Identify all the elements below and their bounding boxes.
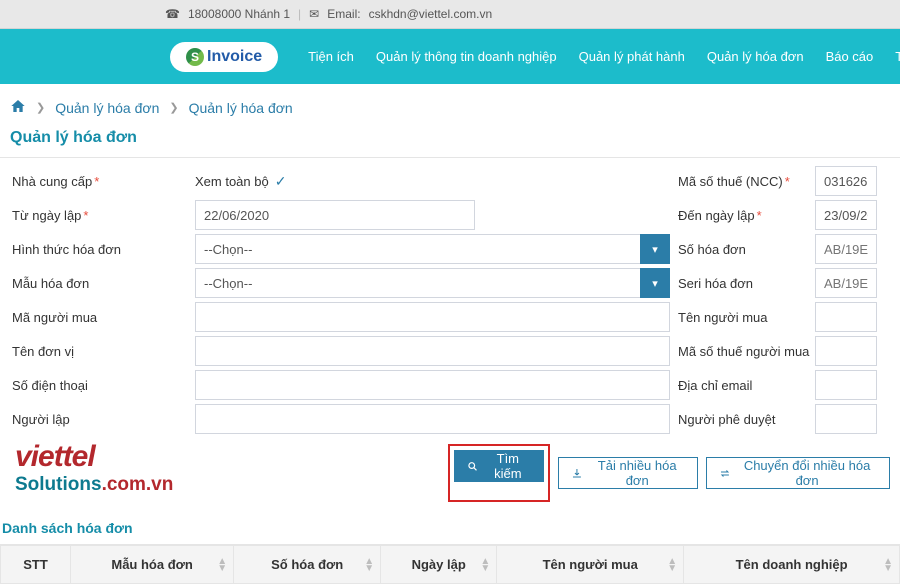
required-mark: *: [83, 208, 88, 223]
top-contact-bar: ☎ 18008000 Nhánh 1 | ✉ Email: cskhdn@vie…: [0, 0, 900, 29]
serial-input[interactable]: [815, 268, 877, 298]
mail-icon: ✉: [309, 7, 319, 21]
creator-label: Người lập: [10, 412, 195, 427]
phone-number: 18008000 Nhánh 1: [188, 7, 290, 21]
nav-item-invoice[interactable]: Quản lý hóa đơn: [707, 49, 804, 64]
col-company[interactable]: Tên doanh nghiệp▲▼: [684, 546, 900, 584]
supplier-label: Nhà cung cấp: [12, 174, 92, 189]
logo-icon: S: [186, 48, 204, 66]
buyer-tax-label: Mã số thuế người mua: [670, 344, 815, 359]
phone-input[interactable]: [195, 370, 670, 400]
buyer-name-label: Tên người mua: [670, 310, 815, 325]
approver-label: Người phê duyệt: [670, 412, 815, 427]
view-all-label: Xem toàn bộ: [195, 174, 269, 189]
required-mark: *: [785, 174, 790, 189]
chevron-down-icon: ▾: [640, 234, 670, 264]
nav-item-utilities[interactable]: Tiện ích: [308, 49, 354, 64]
breadcrumb-level1[interactable]: Quản lý hóa đơn: [55, 100, 159, 116]
download-icon: [571, 467, 583, 480]
sort-icon: ▲▼: [667, 558, 677, 572]
page-title: Quản lý hóa đơn: [0, 125, 900, 157]
unit-name-label: Tên đơn vị: [10, 344, 195, 359]
check-icon[interactable]: ✓: [275, 173, 287, 190]
sort-icon: ▲▼: [883, 558, 893, 572]
home-icon[interactable]: [10, 98, 26, 117]
search-icon: [467, 460, 478, 473]
tax-code-input[interactable]: [815, 166, 877, 196]
col-stt[interactable]: STT: [1, 546, 71, 584]
nav-item-company-info[interactable]: Quản lý thông tin doanh nghiệp: [376, 49, 557, 64]
template-label: Mẫu hóa đơn: [10, 276, 195, 291]
search-panel: Nhà cung cấp* Xem toàn bộ✓ Mã số thuế (N…: [0, 157, 900, 510]
main-navbar: S Invoice Tiện ích Quản lý thông tin doa…: [0, 29, 900, 84]
to-date-input[interactable]: [815, 200, 877, 230]
nav-item-more[interactable]: Thôn: [895, 49, 900, 64]
logo-text: Invoice: [207, 48, 262, 66]
from-date-input[interactable]: [195, 200, 475, 230]
search-button[interactable]: Tìm kiếm: [454, 450, 544, 482]
buyer-tax-input[interactable]: [815, 336, 877, 366]
invoice-form-value: --Chọn--: [195, 234, 670, 264]
sort-icon: ▲▼: [480, 558, 490, 572]
invoice-no-label: Số hóa đơn: [670, 242, 815, 257]
chevron-down-icon: ▾: [640, 268, 670, 298]
chevron-right-icon: ❯: [169, 101, 178, 114]
approver-input[interactable]: [815, 404, 877, 434]
template-select[interactable]: --Chọn--▾: [195, 268, 670, 298]
nav-menu: Tiện ích Quản lý thông tin doanh nghiệp …: [308, 49, 900, 64]
list-title: Danh sách hóa đơn: [0, 510, 900, 545]
swap-icon: [719, 467, 731, 480]
download-many-button[interactable]: Tải nhiều hóa đơn: [558, 457, 698, 489]
logo[interactable]: S Invoice: [170, 42, 278, 72]
invoice-form-select[interactable]: --Chọn--▾: [195, 234, 670, 264]
separator: |: [298, 7, 301, 21]
required-mark: *: [94, 174, 99, 189]
buyer-code-label: Mã người mua: [10, 310, 195, 325]
serial-label: Seri hóa đơn: [670, 276, 815, 291]
convert-many-button[interactable]: Chuyển đổi nhiều hóa đơn: [706, 457, 890, 489]
unit-name-input[interactable]: [195, 336, 670, 366]
col-buyer[interactable]: Tên người mua▲▼: [497, 546, 684, 584]
col-template[interactable]: Mẫu hóa đơn▲▼: [71, 546, 234, 584]
breadcrumb-level2[interactable]: Quản lý hóa đơn: [189, 100, 293, 116]
col-date[interactable]: Ngày lập▲▼: [381, 546, 497, 584]
invoice-table: STT Mẫu hóa đơn▲▼ Số hóa đơn▲▼ Ngày lập▲…: [0, 545, 900, 584]
invoice-no-input[interactable]: [815, 234, 877, 264]
watermark: viettel Solutions.com.vn: [10, 440, 440, 496]
creator-input[interactable]: [195, 404, 670, 434]
email-addr-label: Địa chỉ email: [670, 378, 815, 393]
buyer-name-input[interactable]: [815, 302, 877, 332]
nav-item-report[interactable]: Báo cáo: [826, 49, 874, 64]
required-mark: *: [757, 208, 762, 223]
email-value: cskhdn@viettel.com.vn: [369, 7, 493, 21]
col-number[interactable]: Số hóa đơn▲▼: [234, 546, 381, 584]
phone-label: Số điện thoại: [10, 378, 195, 393]
sort-icon: ▲▼: [364, 558, 374, 572]
from-date-label: Từ ngày lập: [12, 208, 81, 223]
highlight-box: Tìm kiếm: [448, 444, 550, 502]
sort-icon: ▲▼: [217, 558, 227, 572]
email-label: Email:: [327, 7, 360, 21]
invoice-form-label: Hình thức hóa đơn: [10, 242, 195, 257]
tax-code-label: Mã số thuế (NCC): [678, 174, 783, 189]
phone-icon: ☎: [165, 7, 180, 21]
to-date-label: Đến ngày lập: [678, 208, 755, 223]
buyer-code-input[interactable]: [195, 302, 670, 332]
nav-item-publish[interactable]: Quản lý phát hành: [579, 49, 685, 64]
breadcrumb: ❯ Quản lý hóa đơn ❯ Quản lý hóa đơn: [0, 84, 900, 125]
email-input[interactable]: [815, 370, 877, 400]
chevron-right-icon: ❯: [36, 101, 45, 114]
template-value: --Chọn--: [195, 268, 670, 298]
